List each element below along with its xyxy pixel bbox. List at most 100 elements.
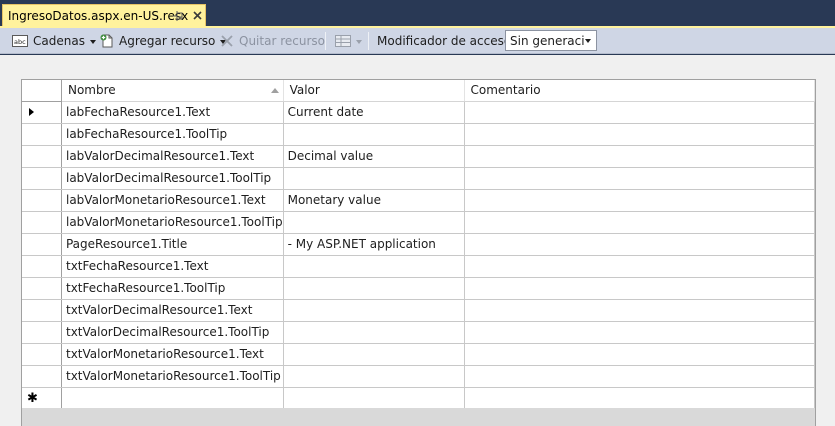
strings-label: Cadenas <box>33 34 85 48</box>
name-cell[interactable]: labFechaResource1.ToolTip <box>61 123 284 146</box>
row-header[interactable] <box>22 211 62 234</box>
new-name-cell[interactable] <box>61 387 284 410</box>
sort-ascending-icon <box>270 88 279 93</box>
chevron-down-icon <box>89 39 96 44</box>
name-cell[interactable]: txtFechaResource1.ToolTip <box>61 277 284 300</box>
row-header[interactable] <box>22 101 62 124</box>
name-cell[interactable]: txtValorMonetarioResource1.Text <box>61 343 284 366</box>
column-header-name[interactable]: Nombre <box>61 80 284 102</box>
name-cell[interactable]: labValorMonetarioResource1.Text <box>61 189 284 212</box>
table-row[interactable]: PageResource1.Title - My ASP.NET applicat… <box>22 233 816 256</box>
resource-toolbar: abc Cadenas Agregar recurso Quitar recur… <box>0 28 835 54</box>
value-cell[interactable] <box>283 321 465 344</box>
row-header[interactable] <box>22 277 62 300</box>
value-cell[interactable] <box>283 277 465 300</box>
row-header[interactable] <box>22 365 62 388</box>
comment-cell[interactable] <box>464 233 816 256</box>
access-modifier-value: Sin generació <box>510 33 584 48</box>
table-row[interactable]: labValorDecimalResource1.Text Decimal val… <box>22 145 816 168</box>
new-row[interactable]: ✱ <box>22 387 816 410</box>
views-dropdown-button[interactable] <box>335 31 362 51</box>
comment-cell[interactable] <box>464 255 816 278</box>
remove-icon <box>221 35 233 47</box>
grid-view-icon <box>335 35 351 47</box>
table-row[interactable]: txtValorDecimalResource1.ToolTip <box>22 321 816 344</box>
table-row[interactable]: txtFechaResource1.ToolTip <box>22 277 816 300</box>
row-header[interactable] <box>22 321 62 344</box>
access-modifier-select[interactable]: Sin generació <box>505 30 597 51</box>
document-tab[interactable]: IngresoDatos.aspx.en-US.resx <box>2 4 206 26</box>
row-header[interactable] <box>22 255 62 278</box>
new-row-icon: ✱ <box>27 390 38 406</box>
row-header[interactable] <box>22 145 62 168</box>
value-cell[interactable]: Monetary value <box>283 189 465 212</box>
value-cell[interactable] <box>283 167 465 190</box>
value-cell[interactable] <box>283 255 465 278</box>
access-modifier-label-wrap: Modificador de acceso: <box>377 31 515 51</box>
comment-cell[interactable] <box>464 101 816 124</box>
add-resource-button[interactable]: Agregar recurso <box>99 31 227 51</box>
value-cell[interactable] <box>283 343 465 366</box>
row-header[interactable] <box>22 233 62 256</box>
row-header[interactable] <box>22 123 62 146</box>
row-header[interactable] <box>22 343 62 366</box>
resource-table: Nombre Valor Comentario labFechaResource… <box>22 80 816 410</box>
table-row[interactable]: txtValorMonetarioResource1.Text <box>22 343 816 366</box>
remove-resource-button[interactable]: Quitar recurso <box>220 31 325 51</box>
comment-cell[interactable] <box>464 145 816 168</box>
table-row[interactable]: txtFechaResource1.Text <box>22 255 816 278</box>
strings-dropdown-button[interactable]: abc Cadenas <box>12 31 96 51</box>
chevron-down-icon <box>356 39 362 44</box>
row-header[interactable] <box>22 299 62 322</box>
close-icon[interactable] <box>191 9 204 22</box>
row-header[interactable] <box>22 189 62 212</box>
name-cell[interactable]: txtValorDecimalResource1.ToolTip <box>61 321 284 344</box>
value-cell[interactable]: - My ASP.NET application <box>283 233 465 256</box>
table-row[interactable]: labValorMonetarioResource1.Text Monetary … <box>22 189 816 212</box>
toolbar-separator <box>368 32 369 50</box>
comment-cell[interactable] <box>464 211 816 234</box>
row-header[interactable]: ✱ <box>22 387 62 410</box>
row-header[interactable] <box>22 167 62 190</box>
comment-cell[interactable] <box>464 343 816 366</box>
svg-text:abc: abc <box>14 38 26 46</box>
table-row[interactable]: labFechaResource1.Text Current date <box>22 101 816 124</box>
name-cell[interactable]: PageResource1.Title <box>61 233 284 256</box>
name-cell[interactable]: txtValorDecimalResource1.Text <box>61 299 284 322</box>
column-header-comment[interactable]: Comentario <box>464 80 816 102</box>
comment-cell[interactable] <box>464 321 816 344</box>
value-cell[interactable]: Decimal value <box>283 145 465 168</box>
grid-header-row: Nombre Valor Comentario <box>22 80 816 102</box>
comment-cell[interactable] <box>464 189 816 212</box>
value-cell[interactable] <box>283 211 465 234</box>
column-header-value[interactable]: Valor <box>283 80 465 102</box>
value-cell[interactable]: Current date <box>283 101 465 124</box>
add-resource-label: Agregar recurso <box>119 34 216 48</box>
value-cell[interactable] <box>283 123 465 146</box>
pin-icon[interactable] <box>173 10 185 22</box>
name-cell[interactable]: labValorDecimalResource1.Text <box>61 145 284 168</box>
column-header-value-label: Valor <box>289 83 320 98</box>
comment-cell[interactable] <box>464 299 816 322</box>
table-row[interactable]: txtValorDecimalResource1.Text <box>22 299 816 322</box>
comment-cell[interactable] <box>464 365 816 388</box>
name-cell[interactable]: labValorDecimalResource1.ToolTip <box>61 167 284 190</box>
value-cell[interactable] <box>283 299 465 322</box>
new-value-cell[interactable] <box>283 387 465 410</box>
grid-empty-area <box>22 408 815 426</box>
table-row[interactable]: labFechaResource1.ToolTip <box>22 123 816 146</box>
name-cell[interactable]: labValorMonetarioResource1.ToolTip <box>61 211 284 234</box>
new-comment-cell[interactable] <box>464 387 816 410</box>
row-header-corner[interactable] <box>22 80 62 102</box>
name-cell[interactable]: txtValorMonetarioResource1.ToolTip <box>61 365 284 388</box>
table-row[interactable]: txtValorMonetarioResource1.ToolTip <box>22 365 816 388</box>
value-cell[interactable] <box>283 365 465 388</box>
comment-cell[interactable] <box>464 123 816 146</box>
table-row[interactable]: labValorDecimalResource1.ToolTip <box>22 167 816 190</box>
column-header-comment-label: Comentario <box>470 83 541 98</box>
comment-cell[interactable] <box>464 277 816 300</box>
table-row[interactable]: labValorMonetarioResource1.ToolTip <box>22 211 816 234</box>
name-cell[interactable]: txtFechaResource1.Text <box>61 255 284 278</box>
name-cell[interactable]: labFechaResource1.Text <box>61 101 284 124</box>
comment-cell[interactable] <box>464 167 816 190</box>
